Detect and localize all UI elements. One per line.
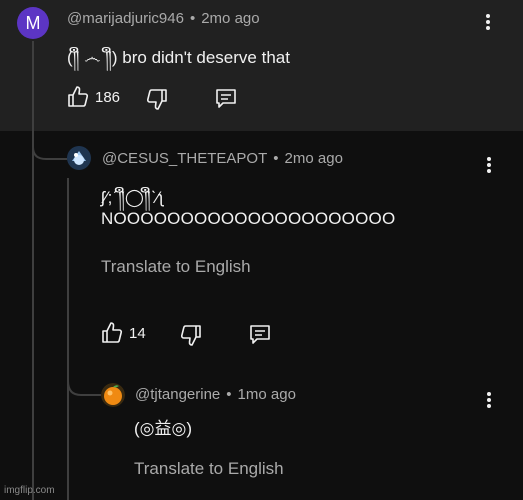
thread-line [32, 41, 34, 500]
like-icon[interactable] [100, 321, 124, 345]
thread-connector [32, 131, 68, 160]
comment-meta: @marijadjuric946 • 2mo ago [67, 10, 260, 27]
avatar[interactable] [101, 383, 125, 407]
timestamp[interactable]: 2mo ago [285, 150, 343, 167]
highlighted-comment: M @marijadjuric946 • 2mo ago (༎ຶ ෴ ༎ຶ) bro… [0, 0, 523, 131]
author-name[interactable]: @tjtangerine [135, 386, 220, 403]
translate-link[interactable]: Translate to English [134, 459, 284, 479]
like-count: 14 [129, 325, 146, 342]
comment-meta: @CESUS_THETEAPOT • 2mo ago [102, 150, 343, 167]
timestamp[interactable]: 1mo ago [238, 386, 296, 403]
translate-link[interactable]: Translate to English [101, 257, 251, 277]
dislike-icon[interactable] [145, 87, 169, 111]
meta-separator: • [189, 10, 196, 27]
author-name[interactable]: @marijadjuric946 [67, 10, 184, 27]
meta-separator: • [226, 386, 232, 403]
kebab-menu-icon[interactable] [483, 14, 493, 34]
like-icon[interactable] [66, 85, 90, 109]
kebab-menu-icon[interactable] [484, 392, 494, 412]
meta-separator: • [273, 150, 279, 167]
author-name[interactable]: @CESUS_THETEAPOT [102, 150, 267, 167]
comment-text: (◎益◎) [134, 419, 192, 438]
comment-text-line2: NOOOOOOOOOOOOOOOOOOOOO [101, 209, 396, 228]
reply-icon[interactable] [248, 322, 272, 346]
avatar[interactable]: M [17, 7, 49, 39]
like-count: 186 [95, 89, 121, 106]
reply-icon[interactable] [214, 86, 238, 110]
avatar[interactable] [67, 146, 91, 170]
dislike-icon[interactable] [179, 323, 203, 347]
watermark: imgflip.com [4, 485, 55, 496]
thread-line [67, 178, 69, 500]
thread-connector [67, 363, 101, 396]
kebab-menu-icon[interactable] [484, 157, 494, 177]
timestamp[interactable]: 2mo ago [201, 10, 259, 27]
comment-meta: @tjtangerine • 1mo ago [135, 386, 296, 403]
comment-text: (༎ຶ ෴ ༎ຶ) bro didn't deserve that [67, 48, 290, 67]
